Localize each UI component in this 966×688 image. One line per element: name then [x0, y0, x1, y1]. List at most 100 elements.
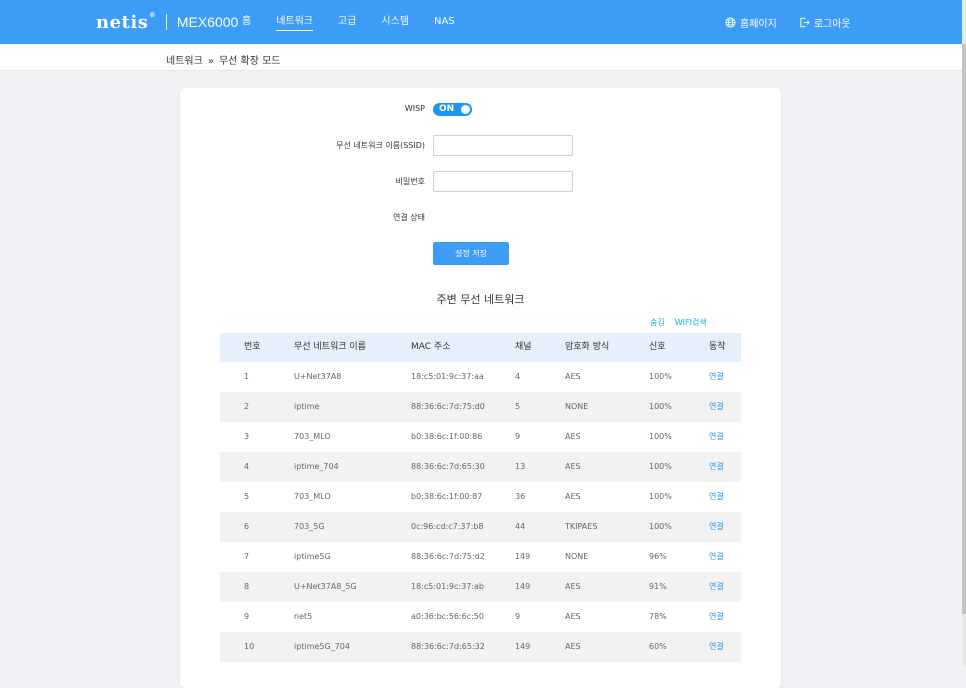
table-row: 9 net5 a0:36:bc:56:6c:50 9 AES 78% 연결	[220, 602, 741, 632]
row-index: 1	[244, 372, 250, 381]
connect-link[interactable]: 연결	[709, 422, 724, 452]
nearby-networks-title: 주변 무선 네트워크	[436, 293, 525, 306]
table-row: 2 iptime 88:36:6c:7d:75:d0 5 NONE 100% 연결	[220, 392, 741, 422]
wisp-toggle[interactable]: ON	[433, 103, 472, 116]
row-ssid: net5	[294, 612, 313, 621]
row-index: 3	[244, 432, 250, 441]
table-row: 7 iptime5G 88:36:6c:7d:75:d2 149 NONE 96% 연결	[220, 542, 741, 572]
nearby-networks-table: 번호 무선 네트워크 이름 MAC 주소 채널 암호화 방식 신호 동작 1 U+…	[220, 333, 741, 662]
row-index: 2	[244, 402, 250, 411]
top-nav-bar: netis® MEX6000 홈 네트워크 고급 시스템 NAS 홈페이지 로그…	[0, 0, 962, 44]
row-encryption: AES	[565, 582, 581, 591]
logout-link[interactable]: 로그아웃	[799, 15, 851, 30]
column-header-action: 동작	[709, 342, 726, 352]
row-mac-address: 88:36:6c:7d:75:d0	[411, 402, 485, 411]
main-nav: 홈 네트워크 고급 시스템 NAS	[242, 0, 480, 44]
table-row: 10 iptime5G_704 88:36:6c:7d:65:32 149 AES 60%…	[220, 632, 741, 662]
page-scrollbar[interactable]	[962, 0, 966, 666]
logout-label: 로그아웃	[813, 18, 851, 30]
brand[interactable]: netis® MEX6000	[96, 10, 238, 34]
column-header-mac: MAC 주소	[411, 342, 451, 352]
table-row: 3 703_MLO b0:38:6c:1f:00:86 9 AES 100% 연결	[220, 422, 741, 452]
nav-advanced[interactable]: 고급	[338, 0, 356, 44]
table-actions: 숨김 WIFI검색	[650, 317, 707, 328]
table-row: 8 U+Net37A8_5G 18:c5:01:9c:37:ab 149 AES 91% 연…	[220, 572, 741, 602]
row-encryption: TKIPAES	[565, 522, 598, 531]
row-channel: 9	[515, 432, 521, 441]
ssid-label: 무선 네트워크 이름(SSID)	[336, 141, 425, 150]
row-index: 5	[244, 492, 250, 501]
logout-icon	[800, 17, 810, 27]
brand-logo: netis®	[96, 11, 156, 33]
wifi-scan-button[interactable]: WIFI검색	[675, 318, 707, 327]
row-ssid: U+Net37A8	[294, 372, 342, 381]
hide-button[interactable]: 숨김	[650, 318, 665, 327]
connect-link[interactable]: 연결	[709, 362, 724, 392]
ssid-input[interactable]	[433, 135, 573, 156]
row-signal: 100%	[649, 432, 672, 441]
row-index: 9	[244, 612, 250, 621]
column-header-channel: 채널	[515, 342, 532, 352]
connect-link[interactable]: 연결	[709, 602, 724, 632]
table-body: 1 U+Net37A8 18:c5:01:9c:37:aa 4 AES 100% 연결 2 ip…	[220, 362, 741, 662]
row-encryption: AES	[565, 492, 581, 501]
connect-link[interactable]: 연결	[709, 542, 724, 572]
row-signal: 96%	[649, 552, 667, 561]
nav-system[interactable]: 시스템	[381, 0, 409, 44]
table-row: 5 703_MLO b0:38:6c:1f:00:87 36 AES 100% 연결	[220, 482, 741, 512]
nav-home[interactable]: 홈	[242, 0, 251, 44]
row-mac-address: 88:36:6c:7d:65:30	[411, 462, 485, 471]
wireless-extend-card: WISP ON 무선 네트워크 이름(SSID) 비밀번호 연결 상태 설정 저…	[180, 88, 781, 688]
row-ssid: 703_5G	[294, 522, 325, 531]
table-row: 1 U+Net37A8 18:c5:01:9c:37:aa 4 AES 100% 연결	[220, 362, 741, 392]
column-header-encryption: 암호화 방식	[565, 342, 610, 352]
nav-network[interactable]: 네트워크	[276, 0, 313, 44]
row-mac-address: 18:c5:01:9c:37:ab	[411, 582, 484, 591]
breadcrumb-separator: »	[207, 56, 214, 67]
column-header-index: 번호	[244, 342, 261, 352]
brand-separator	[165, 14, 167, 30]
breadcrumb: 네트워크 » 무선 확장 모드	[166, 52, 281, 67]
row-channel: 36	[515, 492, 526, 501]
model-name: MEX6000	[176, 14, 239, 30]
save-settings-button[interactable]: 설정 저장	[433, 242, 509, 265]
row-signal: 100%	[649, 462, 672, 471]
scrollbar-thumb[interactable]	[962, 44, 966, 614]
connect-link[interactable]: 연결	[709, 632, 724, 662]
status-row: 연결 상태	[180, 207, 781, 229]
row-index: 10	[244, 642, 255, 651]
nav-nas[interactable]: NAS	[434, 0, 455, 44]
wisp-row: WISP ON	[180, 99, 781, 121]
row-ssid: iptime5G	[294, 552, 331, 561]
row-signal: 91%	[649, 582, 667, 591]
connect-link[interactable]: 연결	[709, 512, 724, 542]
row-encryption: NONE	[565, 402, 589, 411]
row-mac-address: 88:36:6c:7d:65:32	[411, 642, 485, 651]
connect-link[interactable]: 연결	[709, 482, 724, 512]
table-row: 4 iptime_704 88:36:6c:7d:65:30 13 AES 100% 연결	[220, 452, 741, 482]
wisp-label: WISP	[404, 104, 425, 113]
connect-link[interactable]: 연결	[709, 572, 724, 602]
row-channel: 44	[515, 522, 526, 531]
globe-icon	[725, 16, 736, 28]
connect-link[interactable]: 연결	[709, 452, 724, 482]
row-channel: 9	[515, 612, 521, 621]
homepage-label: 홈페이지	[740, 18, 777, 30]
row-mac-address: 0c:96:cd:c7:37:b8	[411, 522, 484, 531]
homepage-link[interactable]: 홈페이지	[725, 15, 777, 30]
row-mac-address: b0:38:6c:1f:00:87	[411, 492, 483, 501]
breadcrumb-parent[interactable]: 네트워크	[166, 56, 203, 67]
password-label: 비밀번호	[395, 177, 425, 186]
password-input[interactable]	[433, 171, 573, 192]
row-encryption: AES	[565, 462, 581, 471]
row-channel: 4	[515, 372, 521, 381]
row-channel: 149	[515, 642, 531, 651]
connect-link[interactable]: 연결	[709, 392, 724, 422]
brand-registered-mark: ®	[149, 11, 156, 19]
row-signal: 78%	[649, 612, 667, 621]
row-encryption: NONE	[565, 552, 589, 561]
row-index: 8	[244, 582, 250, 591]
circle-knob-icon	[461, 105, 470, 114]
row-ssid: iptime5G_704	[294, 642, 350, 651]
row-channel: 149	[515, 582, 531, 591]
